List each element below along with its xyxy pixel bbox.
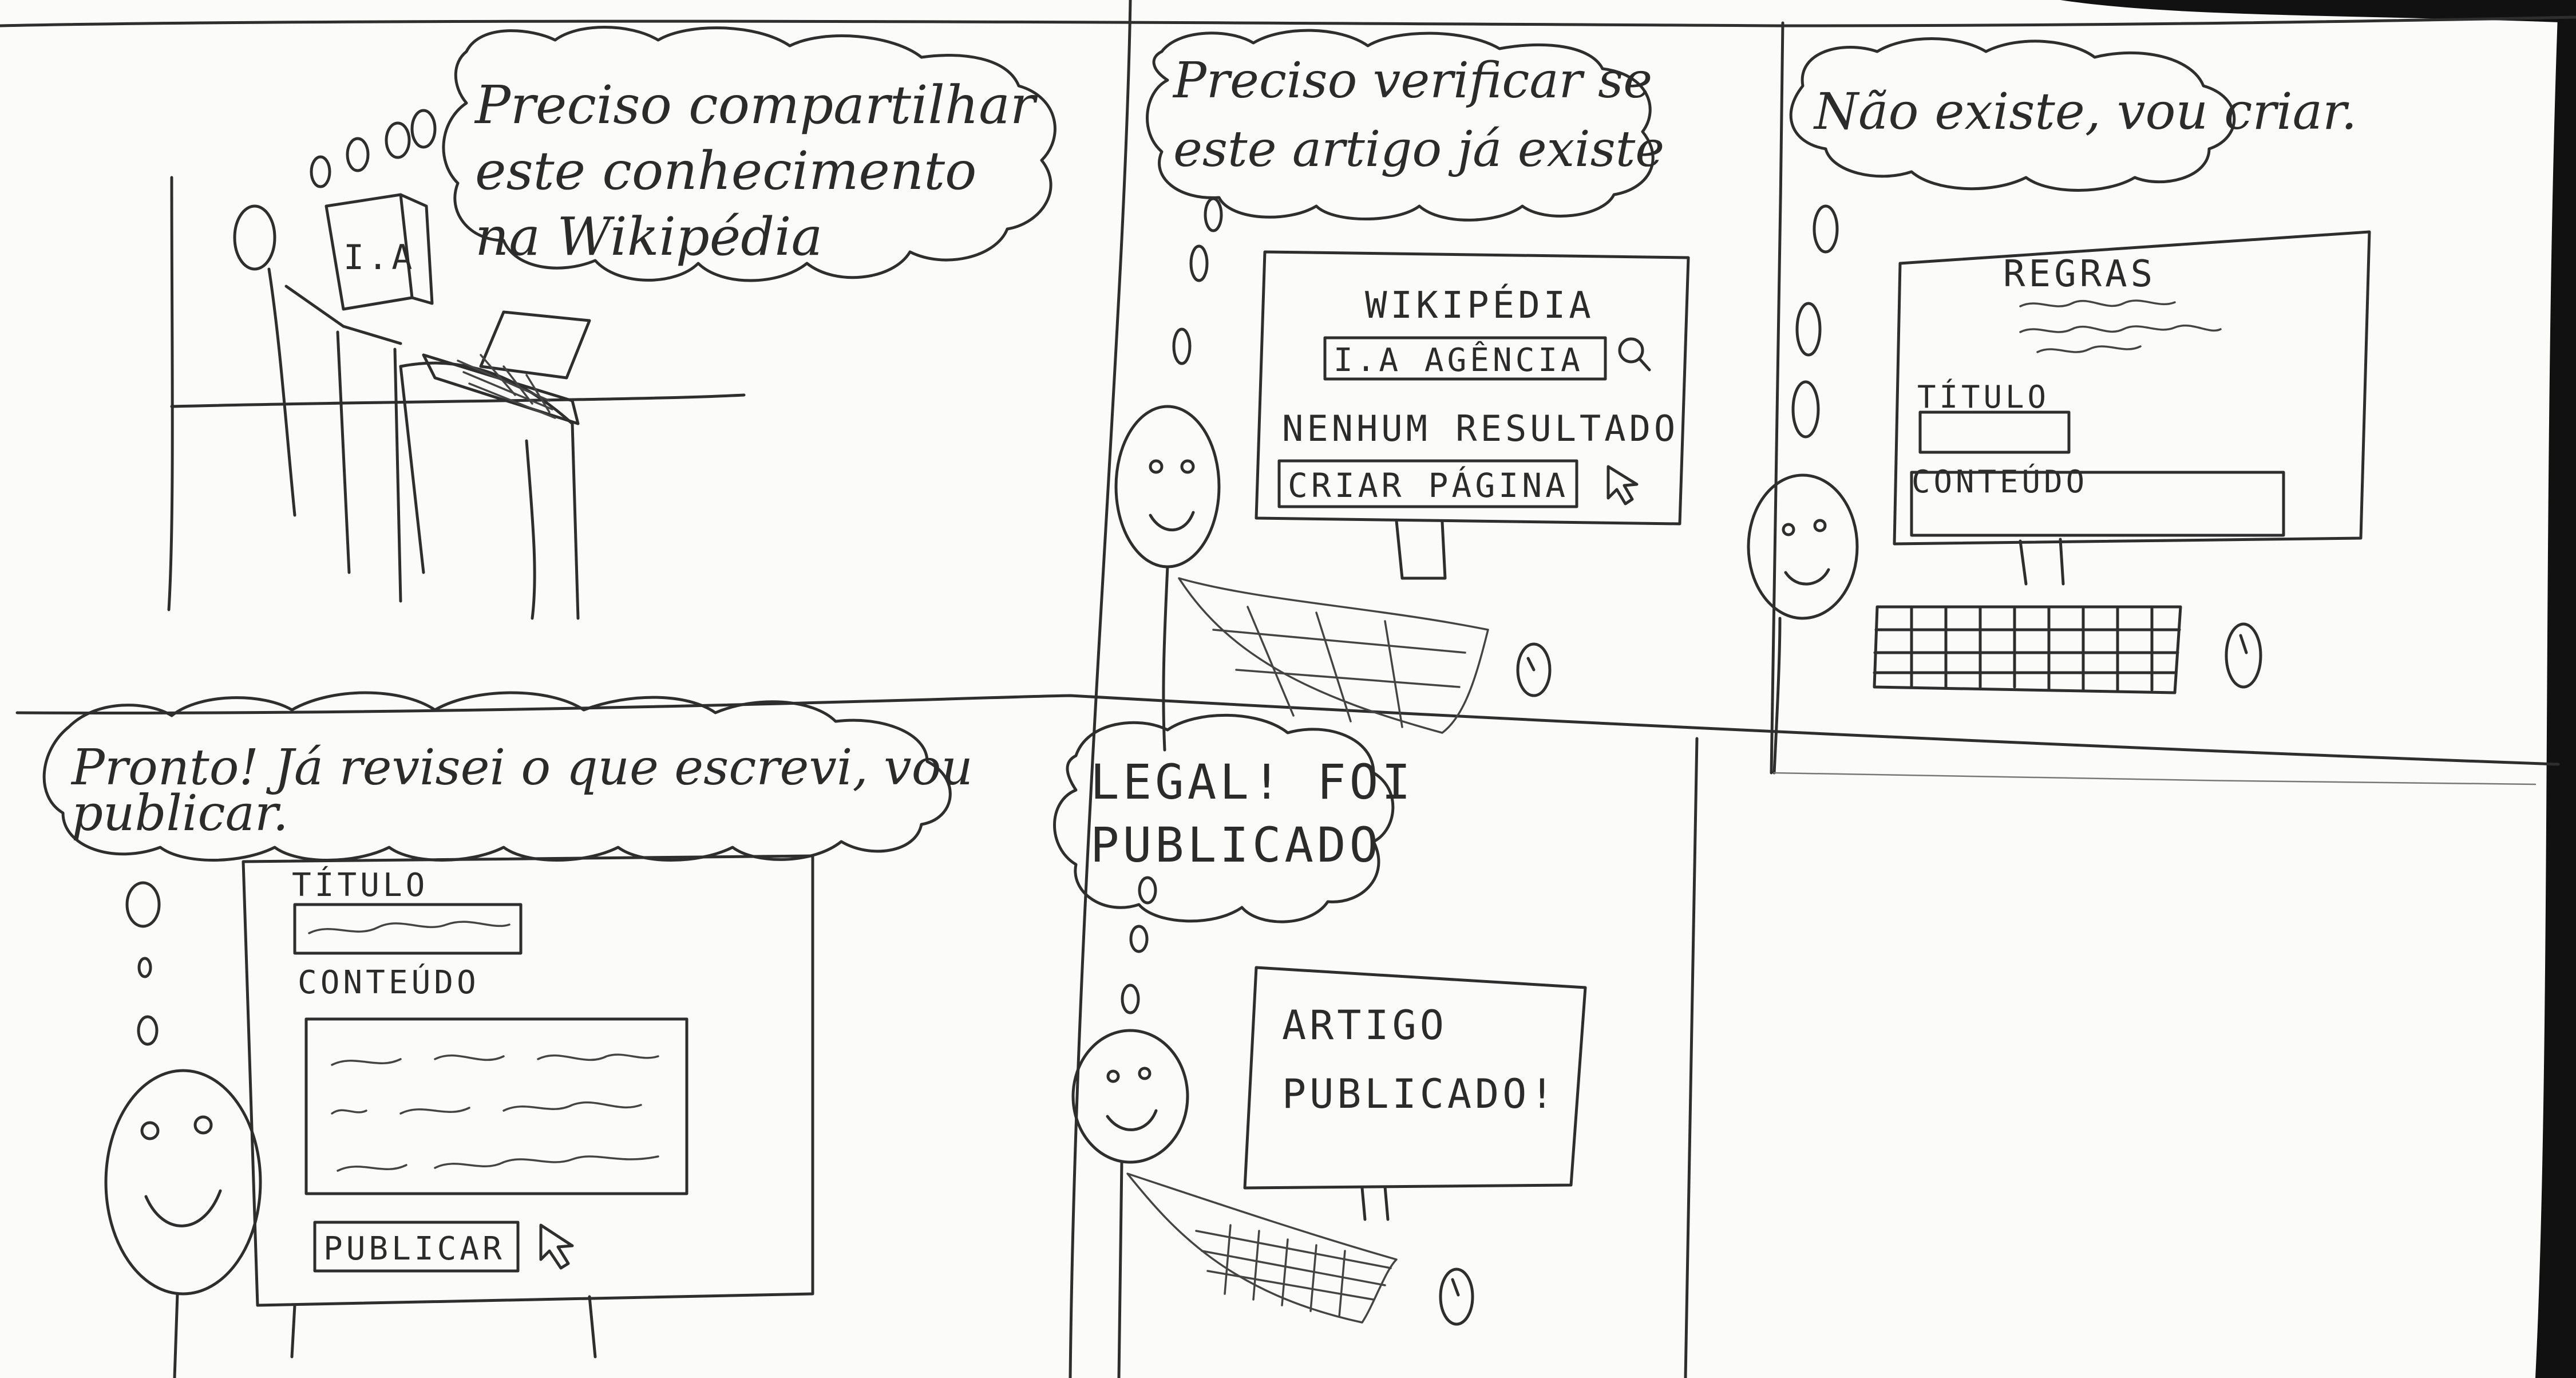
panel-1-speech-line-1: Preciso compartilhar [474,74,1038,136]
no-result-text: NENHUM RESULTADO [1282,408,1679,449]
panel-1-speech-line-3: na Wikipédia [475,206,822,267]
panel-2-speech-line-1: Preciso verificar se [1172,52,1652,109]
ai-book-label: I.A [343,238,416,278]
comic-strip: Preciso compartilhar este conhecimento n… [0,0,2576,1378]
wikipedia-title: WIKIPÉDIA [1365,283,1594,327]
title-label-4: TÍTULO [292,867,428,904]
panel-5-speech-line-1: LEGAL! FOI [1090,754,1414,810]
create-page-button-label: CRIAR PÁGINA [1288,465,1569,505]
paper-sheet [0,0,2576,1378]
publish-button-label: PUBLICAR [323,1230,505,1268]
published-message-line-2: PUBLICADO! [1282,1071,1557,1118]
content-label-3: CONTEÚDO [1912,464,2088,500]
panel-3-speech: Não existe, vou criar. [1813,82,2357,141]
panel-4-speech-line-2: publicar. [72,785,288,842]
published-message-line-1: ARTIGO [1282,1002,1447,1049]
title-label-3: TÍTULO [1917,379,2049,415]
panel-5-speech-line-2: PUBLICADO [1090,817,1382,873]
content-label-4: CONTEÚDO [298,964,480,1001]
panel-1-speech-line-2: este conhecimento [475,140,976,202]
panel-2-speech-line-2: este artigo já existe [1173,121,1664,178]
search-input-text: I.A AGÊNCIA [1333,342,1584,379]
rules-title: REGRAS [2003,253,2156,295]
